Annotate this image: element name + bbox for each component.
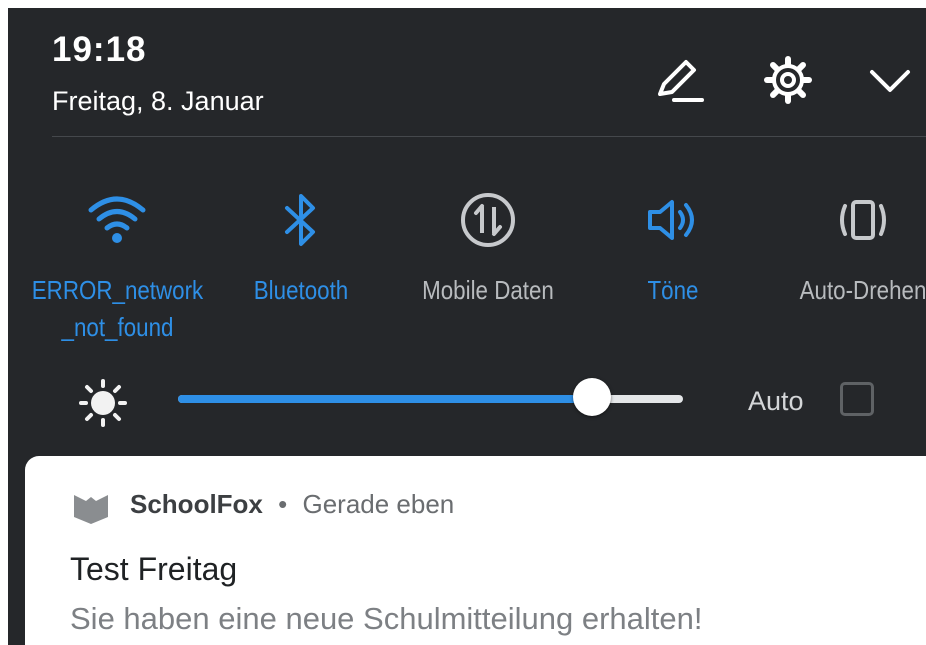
brightness-icon [79,379,127,427]
notification-body: Sie haben eine neue Schulmitteilung erha… [70,601,703,636]
separator: • [278,489,288,519]
expand-button[interactable] [860,50,920,110]
tile-wifi[interactable]: ERROR_network_not_found [22,188,212,346]
clock-time: 19:18 [52,30,147,69]
auto-brightness-checkbox[interactable] [840,382,874,416]
tile-label: Töne [647,275,699,305]
notification-shade: 19:18 Freitag, 8. Januar ERROR_network_n… [8,8,926,645]
settings-button[interactable] [758,50,818,110]
app-name: SchoolFox [130,489,263,519]
tile-mobile-data[interactable]: Mobile Daten [393,188,583,309]
brightness-slider-fill [178,395,593,403]
divider [52,136,926,137]
notification-card[interactable]: SchoolFox • Gerade eben Test Freitag Sie… [25,456,926,645]
tile-bluetooth[interactable]: Bluetooth [206,188,396,309]
auto-rotate-icon [831,188,895,252]
speaker-icon [641,188,705,252]
tile-label: ERROR_network_not_found [31,275,203,342]
tile-label: Mobile Daten [422,275,554,305]
tile-sound[interactable]: Töne [578,188,768,309]
notification-header: SchoolFox • Gerade eben [130,489,454,520]
notification-title: Test Freitag [70,551,238,587]
bluetooth-icon [269,188,333,252]
chevron-down-icon [870,70,910,92]
schoolfox-app-icon [74,495,108,524]
date-label: Freitag, 8. Januar [52,86,264,116]
tile-auto-rotate[interactable]: Auto-Drehen [768,188,926,309]
auto-brightness-label: Auto [748,386,804,416]
tile-label: Auto-Drehen [799,275,926,305]
pencil-icon [658,60,704,102]
tile-label: Bluetooth [253,275,349,305]
edit-button[interactable] [648,50,708,110]
notification-time: Gerade eben [302,489,455,519]
wifi-icon [85,188,149,252]
gear-icon [764,56,812,104]
mobile-data-icon [456,188,520,252]
brightness-slider-thumb[interactable] [573,378,612,416]
